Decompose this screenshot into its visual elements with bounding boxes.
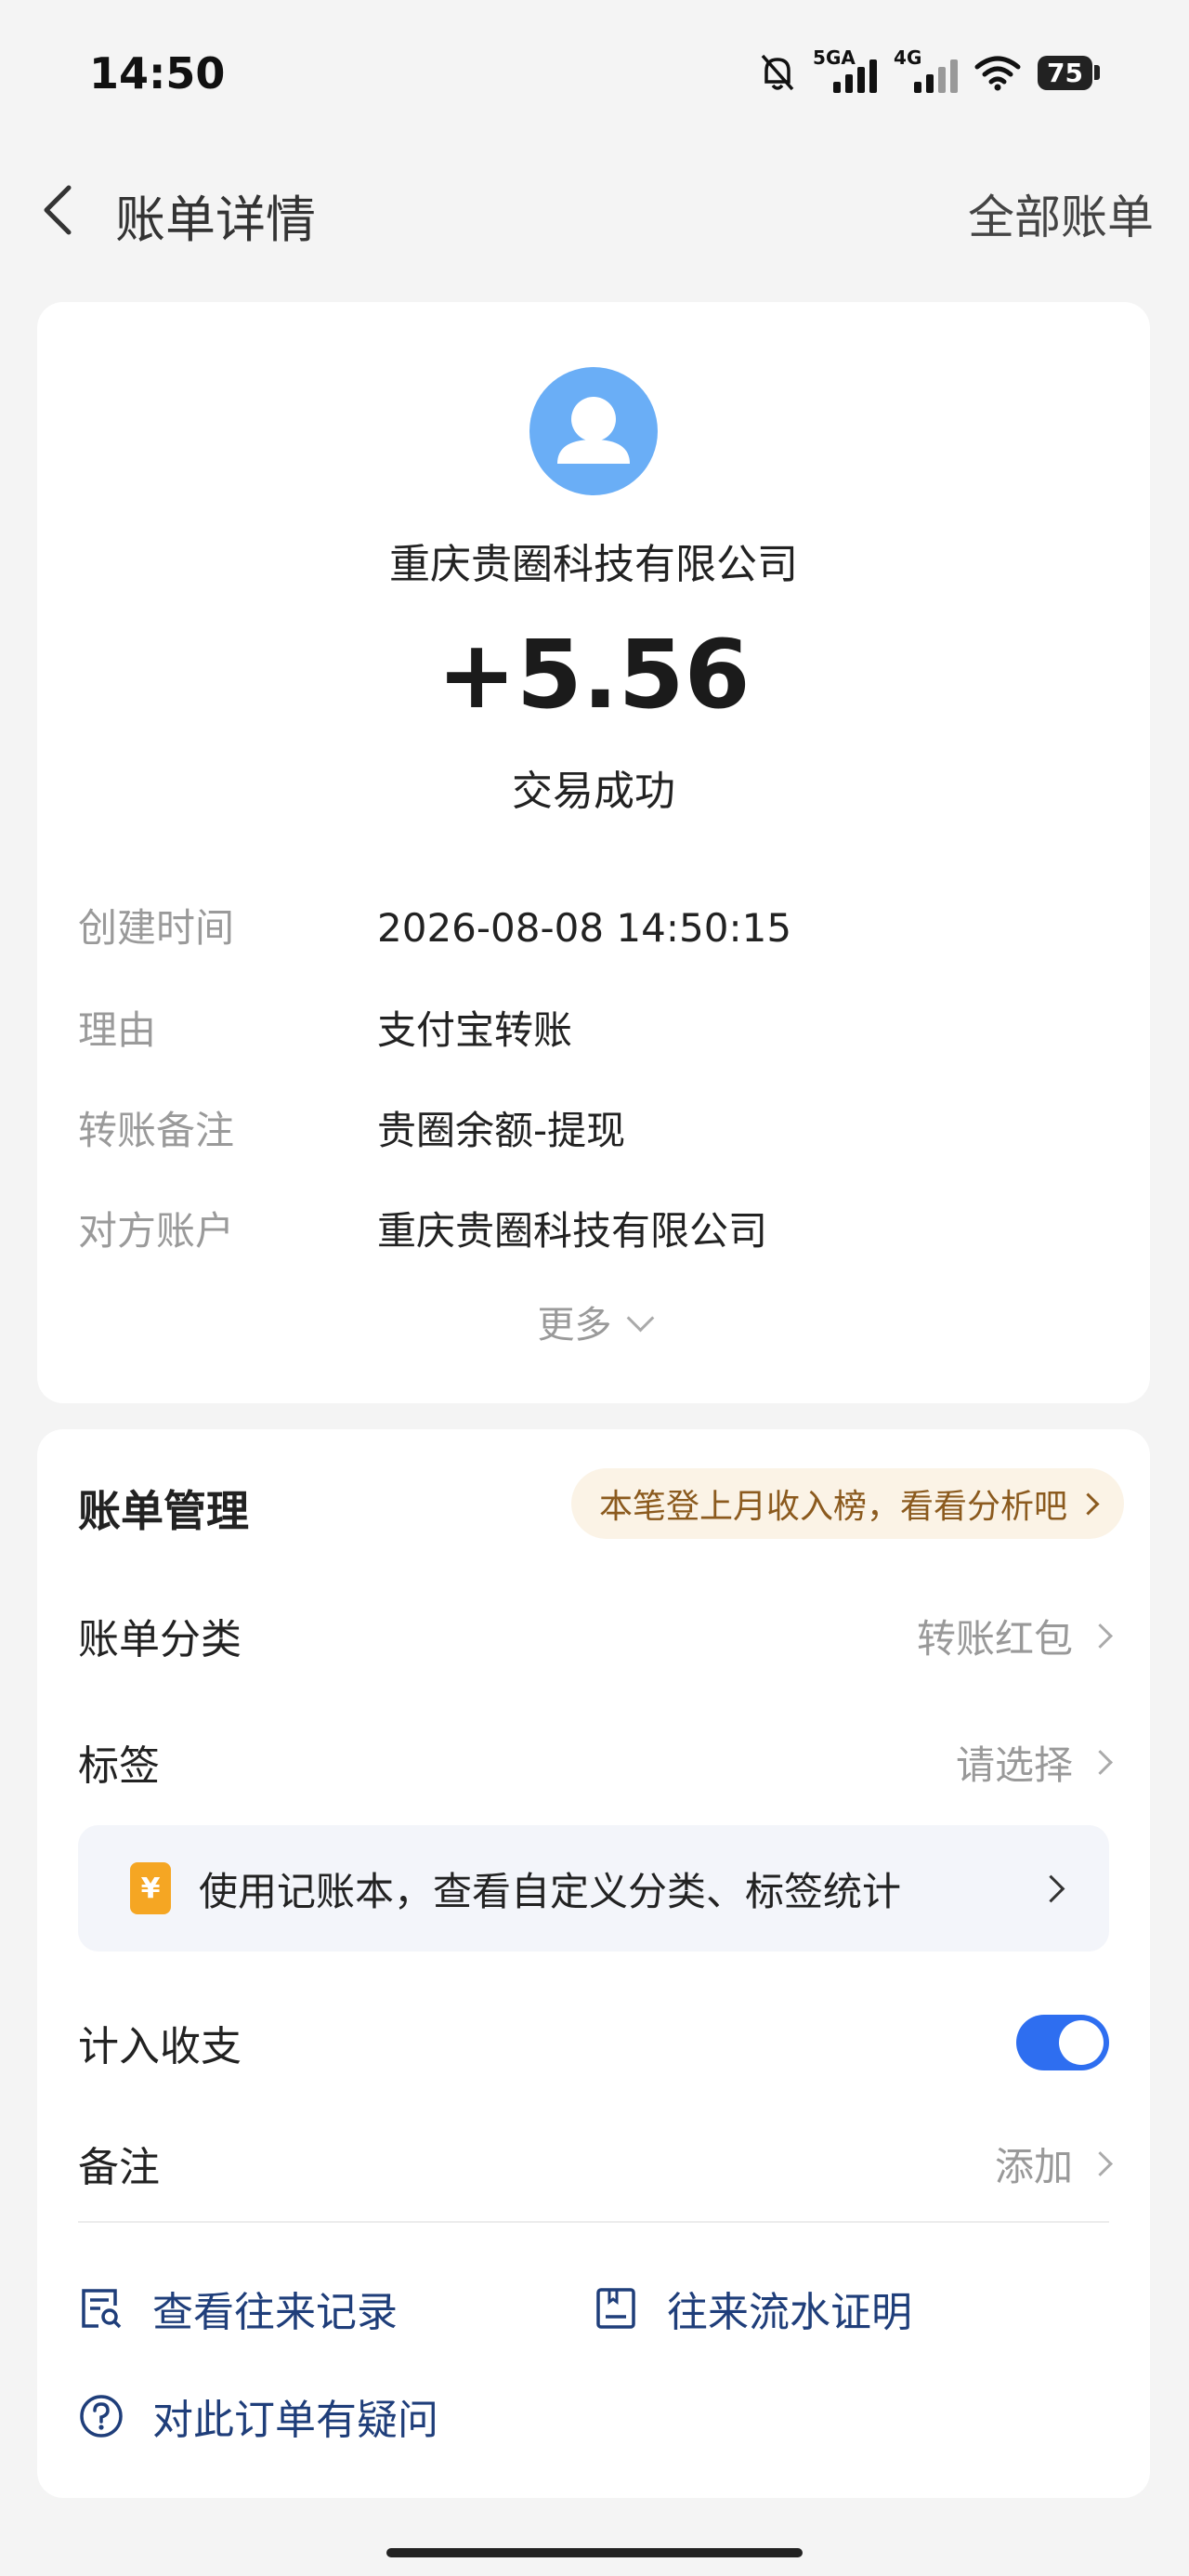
clock: 14:50 <box>89 48 226 99</box>
chevron-right-icon <box>1037 1874 1065 1902</box>
order-question-link[interactable]: 对此订单有疑问 <box>78 2386 438 2446</box>
wifi-icon <box>974 56 1021 91</box>
transaction-card: 重庆贵圈科技有限公司 +5.56 交易成功 创建时间 2026-08-08 14:… <box>37 302 1150 1403</box>
tag-row[interactable]: 标签 请选择 <box>78 1725 1113 1799</box>
signal-4g-icon: 4G <box>894 46 959 93</box>
user-icon <box>557 397 630 464</box>
avatar <box>529 367 658 495</box>
more-button[interactable]: 更多 <box>37 1295 1150 1348</box>
view-history-link[interactable]: 查看往来记录 <box>78 2279 398 2338</box>
mute-bell-icon <box>761 54 794 91</box>
income-rank-promo[interactable]: 本笔登上月收入榜，看看分析吧 <box>570 1468 1124 1539</box>
document-icon <box>596 2288 635 2329</box>
flow-proof-link[interactable]: 往来流水证明 <box>593 2279 912 2338</box>
detail-row-account: 对方账户 重庆贵圈科技有限公司 <box>78 1208 768 1254</box>
notebook-yuan-icon: ¥ <box>130 1862 171 1914</box>
chevron-down-icon <box>626 1304 654 1333</box>
all-bills-link[interactable]: 全部账单 <box>968 180 1154 247</box>
detail-row-note: 转账备注 贵圈余额-提现 <box>78 1108 626 1153</box>
back-arrow-icon[interactable] <box>37 182 84 238</box>
signal-5ga-icon: 5GA <box>813 46 878 93</box>
counterparty-name: 重庆贵圈科技有限公司 <box>389 541 798 588</box>
nav-header: 账单详情 全部账单 <box>0 158 1189 260</box>
detail-row-reason: 理由 支付宝转账 <box>78 1007 573 1053</box>
section-title: 账单管理 <box>78 1486 249 1536</box>
amount: +5.56 <box>437 620 751 730</box>
include-toggle[interactable] <box>1016 2015 1109 2070</box>
chevron-right-icon <box>1077 1492 1100 1516</box>
status-bar: 14:50 5GA 4G 75 <box>0 0 1189 139</box>
notebook-banner[interactable]: ¥ 使用记账本，查看自定义分类、标签统计 <box>78 1825 1109 1952</box>
divider <box>78 2221 1109 2223</box>
chevron-right-icon <box>1088 2150 1113 2176</box>
page-title: 账单详情 <box>115 191 316 249</box>
category-row[interactable]: 账单分类 转账红包 <box>78 1598 1113 1673</box>
transaction-status: 交易成功 <box>512 768 675 815</box>
note-row[interactable]: 备注 添加 <box>78 2126 1113 2201</box>
chevron-right-icon <box>1088 1623 1113 1649</box>
status-icons: 5GA 4G 75 <box>759 46 1100 93</box>
record-search-icon <box>82 2289 122 2329</box>
home-indicator[interactable] <box>386 2548 803 2557</box>
question-circle-icon <box>80 2395 123 2438</box>
detail-row-created: 创建时间 2026-08-08 14:50:15 <box>78 905 792 951</box>
bill-management-card: 账单管理 本笔登上月收入榜，看看分析吧 账单分类 转账红包 标签 请选择 ¥ 使… <box>37 1429 1150 2498</box>
include-in-stats-row: 计入收支 <box>78 2005 1109 2080</box>
battery-icon: 75 <box>1038 55 1100 90</box>
chevron-right-icon <box>1088 1749 1113 1775</box>
